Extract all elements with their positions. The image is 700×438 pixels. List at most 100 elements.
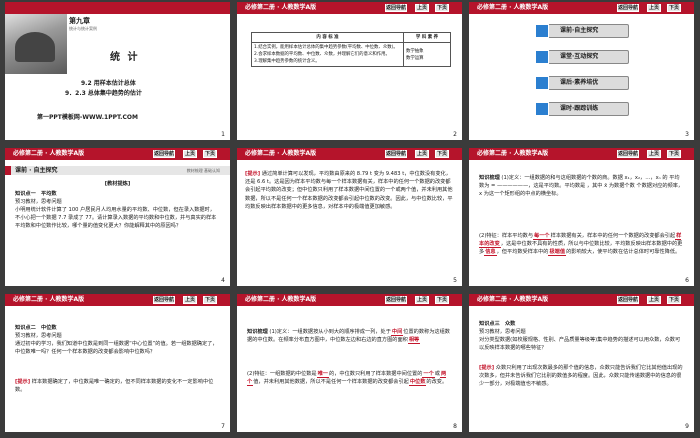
nav-next-button[interactable]: 下页 — [203, 150, 217, 158]
hint-body: [提示] 样本数据确定了，中位数是唯一确定的，但不同样本数据的变化不一定影响中位… — [15, 378, 220, 394]
nav-next-button[interactable]: 下页 — [435, 150, 449, 158]
chapter-sub: 统计与统计案例 — [69, 26, 97, 31]
standards-table: 内 容 标 准学 科 素 养 1.结合实例，能用样本估计总体的集中趋势参数(平均… — [251, 32, 451, 67]
preview-prompt: 预习教材，思考问题 — [15, 333, 62, 339]
header-title: 必修第二册 · 人教数学A版 — [13, 296, 85, 303]
table-header-literacy: 学 科 素 养 — [403, 32, 451, 43]
definition-text: 知识梳理 (1)定义：一组数据按从小到大的顺序排成一列，处于中间位置的数称为这组… — [247, 328, 452, 345]
section-line-1: 9.2 用样本估计总体 — [81, 80, 136, 87]
feature-text: (2)特征：样本平均数与每一个样本数据有关，样本中的任何一个数据的改变都会引起样… — [479, 232, 684, 257]
slide-5[interactable]: 必修第二册 · 人教数学A版 返回导航 上页 下页 [提示] 通过简单计算可以发… — [237, 148, 462, 286]
table-cell-literacy: 数学抽象 数学运算 — [403, 42, 451, 67]
nav-back-button[interactable]: 返回导航 — [385, 4, 407, 12]
menu-square-icon — [535, 50, 549, 64]
knowledge-point: 知识点一 平均数 — [15, 191, 57, 197]
standard-2: 2.会求样本数据的平均数、中位数、众数，并理解它们的意义和作用。 — [254, 52, 390, 57]
menu-label: 课时·跟踪训练 — [560, 105, 599, 112]
nav-prev-button[interactable]: 上页 — [183, 296, 197, 304]
blank-answer: 一个 — [422, 371, 435, 378]
hint-body: [提示] 众数只利用了出现次数最多的那个值的信息，众数只能告诉我们它比其他值出现… — [479, 364, 684, 389]
slide-number: 3 — [685, 131, 689, 138]
section-line-2: 9．2.3 总体集中趋势的估计 — [65, 90, 142, 97]
header-title: 必修第二册 · 人教数学A版 — [477, 296, 549, 303]
blank-answer: 中间 — [390, 329, 404, 336]
knowledge-point: 知识点三 众数 — [479, 321, 516, 327]
feature-mid: ，但平均数受样本中的 — [496, 249, 549, 256]
nav-prev-button[interactable]: 上页 — [415, 4, 429, 12]
feature-mid: 值，并未利用其他数据，所以不是任何一个样本数据的改变都会引起 — [253, 379, 409, 386]
menu-item-training[interactable]: 课时·跟踪训练 — [535, 102, 629, 116]
section-subtitle: 教材梳理 基础认知 — [186, 168, 220, 173]
footer-watermark[interactable]: 第一PPT模板网-WWW.1PPT.COM — [37, 112, 138, 121]
cover-photo — [5, 14, 67, 74]
nav-back-button[interactable]: 返回导航 — [153, 296, 175, 304]
nav-prev-button[interactable]: 上页 — [647, 150, 661, 158]
nav-next-button[interactable]: 下页 — [435, 4, 449, 12]
hint-text: 通过简单计算可以发现，平均数由原来的 8.79 t 变为 9.483 t，中位数… — [245, 171, 453, 210]
blank-answer: 中位数 — [408, 379, 427, 387]
nav-next-button[interactable]: 下页 — [203, 296, 217, 304]
standard-3: 3.理解集中趋势参数的统计含义。 — [254, 59, 320, 64]
feature-text: (2)特征：一组数据的中位数是唯一的，中位数只利用了样本数据中间位置的一个或两个… — [247, 370, 452, 387]
center-heading: [教材提炼] — [104, 181, 131, 187]
knowledge-label: 知识梳理 — [479, 175, 500, 181]
header-title: 必修第二册 · 人教数学A版 — [477, 150, 549, 157]
nav-next-button[interactable]: 下页 — [435, 296, 449, 304]
header-title: 必修第二册 · 人教数学A版 — [13, 150, 85, 157]
slide-header — [5, 2, 230, 14]
nav-prev-button[interactable]: 上页 — [415, 296, 429, 304]
menu-item-pre-class[interactable]: 课前·自主探究 — [535, 24, 629, 38]
standard-1: 1.结合实例，能用样本估计总体的集中趋势参数(平均数、中位数、众数)。 — [254, 45, 398, 50]
nav-back-button[interactable]: 返回导航 — [617, 150, 639, 158]
menu-item-after-class[interactable]: 课后·素养培优 — [535, 76, 629, 90]
hint-tag: [提示] — [479, 365, 495, 371]
hint-text: 众数只利用了出现次数最多的那个值的信息，众数只能告诉我们它比其他值出现的次数多，… — [479, 365, 683, 388]
definition-text: 知识梳理 (1)定义：一组数据的和与这组数据的个数的商。数据 x₁，x₂，…，x… — [479, 174, 684, 199]
nav-prev-button[interactable]: 上页 — [415, 150, 429, 158]
slide-7[interactable]: 必修第二册 · 人教数学A版 返回导航 上页 下页 知识点二 中位数 预习教材，… — [5, 294, 230, 432]
preview-prompt: 预习教材，思考问题 — [15, 199, 62, 205]
nav-back-button[interactable]: 返回导航 — [385, 150, 407, 158]
header-title: 必修第二册 · 人教数学A版 — [245, 4, 317, 11]
slide-4[interactable]: 必修第二册 · 人教数学A版 返回导航 上页 下页 课前 · 自主探究 教材梳理… — [5, 148, 230, 286]
question-text: 对分类型数据(如校服规格、性别、产品质量等级等)集中趋势的描述可以用众数，众数可… — [479, 337, 681, 352]
feature-end: 的影响较大，使平均数在估计总体时可靠性降低。 — [566, 249, 681, 256]
nav-prev-button[interactable]: 上页 — [183, 150, 197, 158]
slide-number: 1 — [221, 131, 225, 138]
slide-1[interactable]: 第九章 统计与统计案例 统 计 9.2 用样本估计总体 9．2.3 总体集中趋势… — [5, 2, 230, 140]
nav-back-button[interactable]: 返回导航 — [153, 150, 175, 158]
nav-back-button[interactable]: 返回导航 — [385, 296, 407, 304]
header-title: 必修第二册 · 人教数学A版 — [245, 296, 317, 303]
slide-number: 6 — [685, 277, 689, 284]
slide-2[interactable]: 必修第二册 · 人教数学A版 返回导航 上页 下页 内 容 标 准学 科 素 养… — [237, 2, 462, 140]
literacy-1: 数学抽象 — [406, 48, 424, 54]
slide-title: 统 计 — [110, 52, 140, 63]
table-header-content: 内 容 标 准 — [251, 32, 404, 43]
nav-back-button[interactable]: 返回导航 — [617, 4, 639, 12]
blank-answer: 唯一 — [316, 371, 329, 378]
nav-next-button[interactable]: 下页 — [667, 4, 681, 12]
slide-6[interactable]: 必修第二册 · 人教数学A版 返回导航 上页 下页 知识梳理 (1)定义：一组数… — [469, 148, 694, 286]
nav-next-button[interactable]: 下页 — [667, 296, 681, 304]
slide-number: 4 — [221, 277, 225, 284]
slide-8[interactable]: 必修第二册 · 人教数学A版 返回导航 上页 下页 知识梳理 (1)定义：一组数… — [237, 294, 462, 432]
nav-prev-button[interactable]: 上页 — [647, 296, 661, 304]
slide-3[interactable]: 必修第二册 · 人教数学A版 返回导航 上页 下页 课前·自主探究 课堂·互动探… — [469, 2, 694, 140]
menu-label: 课堂·互动探究 — [560, 53, 599, 60]
menu-item-in-class[interactable]: 课堂·互动探究 — [535, 50, 629, 64]
nav-back-button[interactable]: 返回导航 — [617, 296, 639, 304]
header-title: 必修第二册 · 人教数学A版 — [477, 4, 549, 11]
blank-answer: 极端值 — [548, 249, 567, 257]
menu-square-icon — [535, 76, 549, 90]
feature-lead: (2)特征：样本平均数与 — [479, 233, 534, 239]
section-title: 课前 · 自主探究 — [15, 167, 58, 174]
header-title: 必修第二册 · 人教数学A版 — [245, 150, 317, 157]
nav-prev-button[interactable]: 上页 — [647, 4, 661, 12]
hint-text: 样本数据确定了，中位数是唯一确定的，但不同样本数据的变化不一定影响中位数。 — [15, 379, 214, 394]
nav-next-button[interactable]: 下页 — [667, 150, 681, 158]
slide-9[interactable]: 必修第二册 · 人教数学A版 返回导航 上页 下页 知识点三 众数 预习教材，思… — [469, 294, 694, 432]
slide-number: 8 — [453, 423, 457, 430]
knowledge-point: 知识点二 中位数 — [15, 325, 57, 331]
slide-number: 2 — [453, 131, 457, 138]
feature-mid: 的，中位数只利用了样本数据中间位置的 — [329, 371, 423, 377]
